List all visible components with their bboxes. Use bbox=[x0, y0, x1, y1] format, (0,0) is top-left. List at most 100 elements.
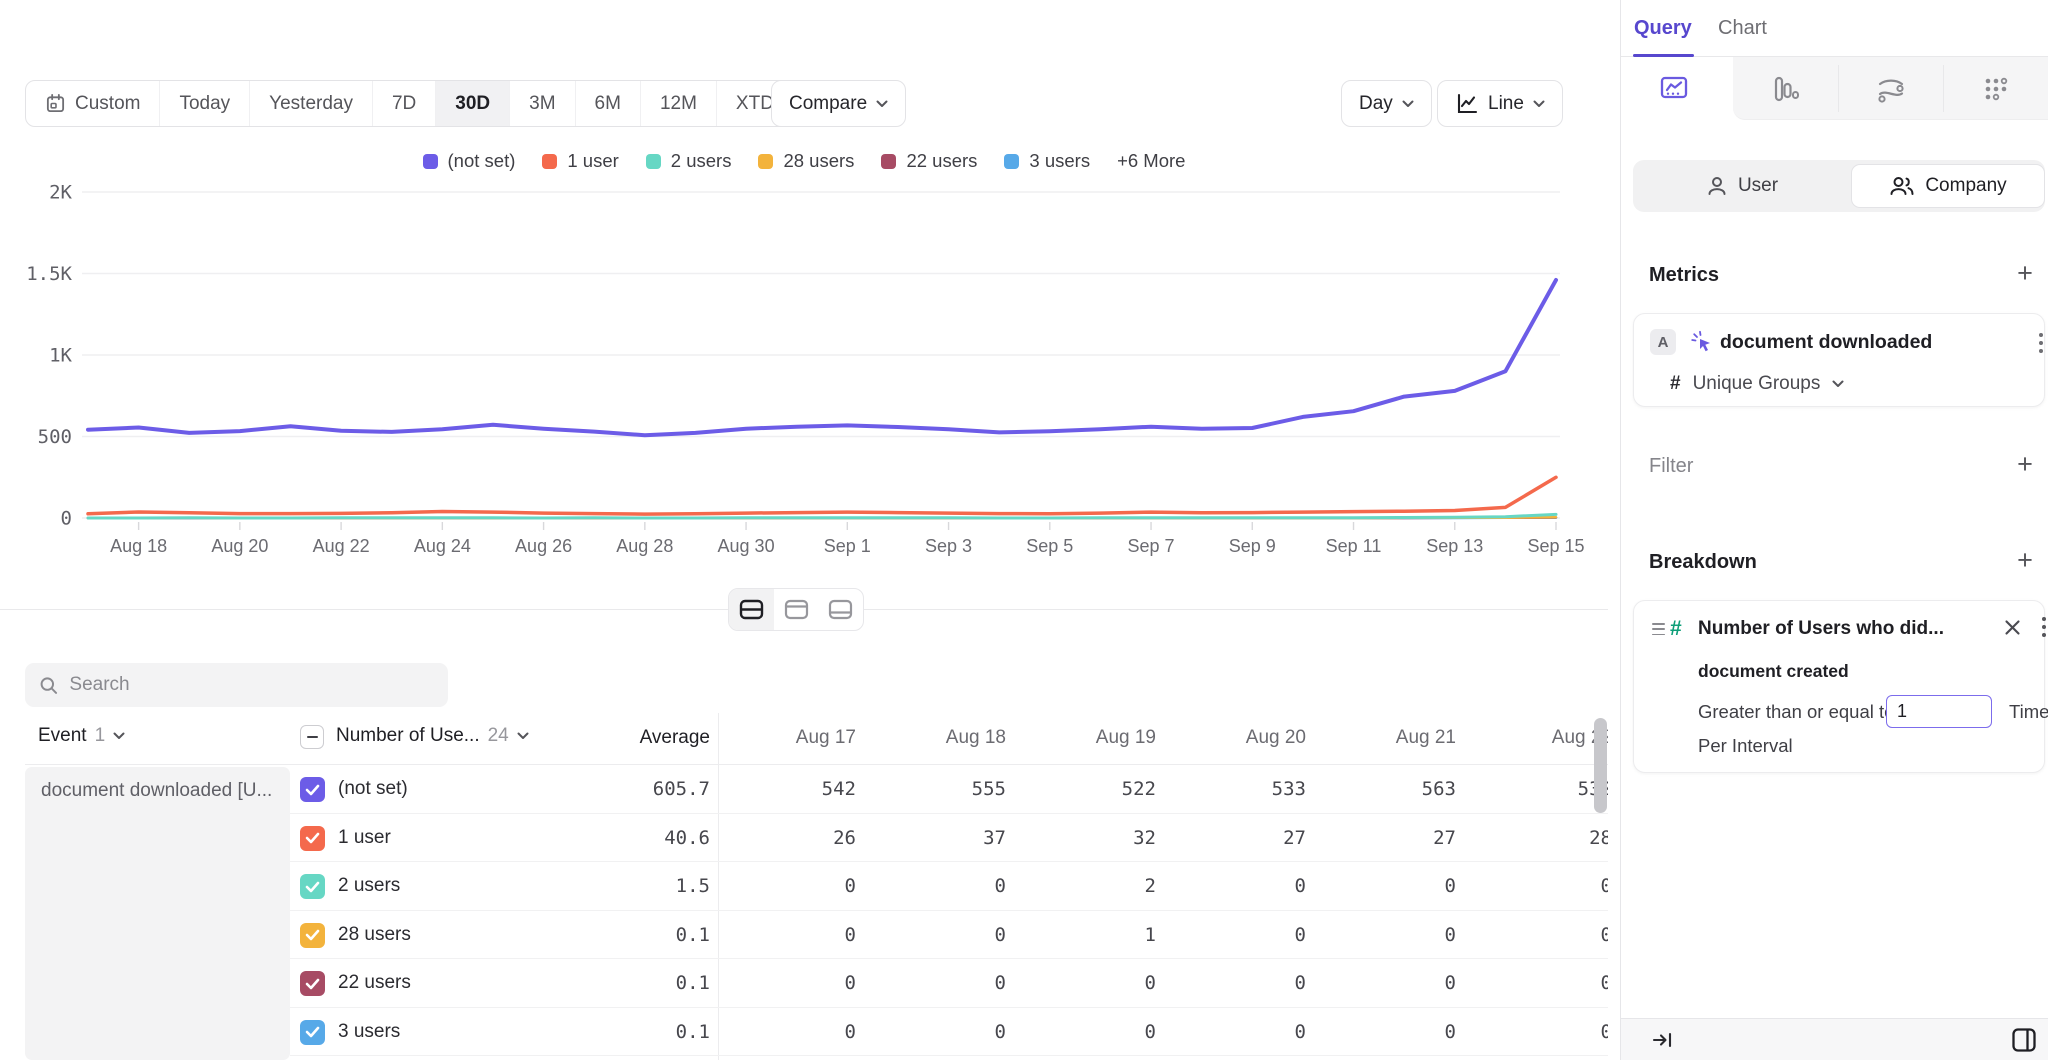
x-axis-tick-label: Sep 7 bbox=[1128, 536, 1175, 556]
table-scrollbar[interactable] bbox=[1594, 718, 1607, 813]
metrics-heading: Metrics bbox=[1649, 264, 1719, 287]
event-click-icon bbox=[1690, 330, 1714, 354]
range-custom-button[interactable]: Custom bbox=[26, 81, 159, 126]
search-input[interactable] bbox=[69, 674, 434, 696]
event-name: document downloaded [U... bbox=[41, 780, 272, 801]
event-column-header[interactable]: Event 1 bbox=[38, 725, 125, 747]
x-axis-tick-label: Aug 28 bbox=[616, 536, 673, 556]
scope-user-option[interactable]: User bbox=[1633, 160, 1851, 212]
row-label: (not set) bbox=[338, 778, 408, 800]
chart-only-view-button[interactable] bbox=[774, 589, 819, 630]
y-axis-tick-label: 0 bbox=[61, 508, 72, 530]
date-column-header: Aug 19 bbox=[1018, 727, 1168, 749]
event-count: 1 bbox=[95, 725, 106, 747]
row-checkbox[interactable] bbox=[300, 874, 325, 899]
kebab-menu-icon[interactable] bbox=[2038, 332, 2044, 354]
range-6m-button[interactable]: 6M bbox=[575, 81, 640, 126]
data-matrix-tab-icon bbox=[1982, 75, 2010, 103]
table-row[interactable]: 3 users0.1000000 bbox=[290, 1008, 1608, 1057]
interval-dropdown[interactable]: Day bbox=[1341, 80, 1432, 127]
table-row[interactable]: 2 users1.5002000 bbox=[290, 862, 1608, 911]
table-row[interactable]: (not set)605.7542555522533563532 bbox=[290, 765, 1608, 814]
y-axis-tick-label: 2K bbox=[49, 182, 72, 204]
row-checkbox[interactable] bbox=[300, 777, 325, 802]
table-cell: 522 bbox=[1018, 778, 1168, 800]
table-cell: 0 bbox=[1168, 924, 1318, 946]
close-icon[interactable] bbox=[2004, 619, 2021, 636]
line-chart[interactable]: 05001K1.5K2KAug 18Aug 20Aug 22Aug 24Aug … bbox=[0, 130, 1608, 600]
table-cell: 555 bbox=[868, 778, 1018, 800]
chart-type-bar-tab[interactable] bbox=[1733, 57, 1838, 120]
metric-letter-badge: A bbox=[1650, 329, 1676, 355]
chevron-down-icon bbox=[517, 732, 529, 740]
average-column-header: Average bbox=[540, 727, 710, 749]
range-12m-button[interactable]: 12M bbox=[640, 81, 716, 126]
table-cell: 1 bbox=[1018, 924, 1168, 946]
row-average-value: 40.6 bbox=[540, 827, 710, 849]
range-30d-button[interactable]: 30D bbox=[435, 81, 509, 126]
row-checkbox[interactable] bbox=[300, 923, 325, 948]
table-row[interactable]: 28 users0.1001000 bbox=[290, 911, 1608, 960]
aggregation-dropdown[interactable]: # Unique Groups bbox=[1670, 373, 1844, 395]
x-axis-tick-label: Sep 5 bbox=[1026, 536, 1073, 556]
layout-toggle bbox=[728, 588, 864, 631]
select-all-checkbox[interactable] bbox=[300, 725, 324, 749]
line-chart-icon bbox=[1455, 92, 1479, 116]
table-cell: 27 bbox=[1318, 827, 1468, 849]
range-yesterday-button[interactable]: Yesterday bbox=[249, 81, 372, 126]
chevron-down-icon bbox=[1533, 100, 1545, 108]
split-view-icon bbox=[739, 599, 764, 620]
chart-type-matrix-tab[interactable] bbox=[1943, 57, 2048, 120]
row-checkbox[interactable] bbox=[300, 826, 325, 851]
row-average-value: 0.1 bbox=[540, 924, 710, 946]
table-only-view-button[interactable] bbox=[818, 589, 863, 630]
chevron-down-icon bbox=[113, 732, 125, 740]
scope-company-option[interactable]: Company bbox=[1851, 164, 2045, 208]
minus-icon bbox=[307, 736, 318, 738]
main-panel: Custom Today Yesterday 7D 30D 3M 6M 12M … bbox=[0, 0, 1608, 1060]
breakdown-column-header[interactable]: Number of Use... 24 bbox=[336, 725, 529, 747]
breakdown-card[interactable]: # Number of Users who did... document cr… bbox=[1633, 600, 2045, 773]
x-axis-tick-label: Sep 11 bbox=[1326, 536, 1382, 556]
sidebar-footer bbox=[1621, 1018, 2048, 1060]
row-label: 3 users bbox=[338, 1021, 400, 1043]
chart-type-line-tab[interactable] bbox=[1621, 57, 1726, 120]
x-axis-tick-label: Sep 15 bbox=[1527, 536, 1584, 556]
chart-type-flow-tab[interactable] bbox=[1838, 57, 1943, 120]
table-header-row: Event 1 Number of Use... 24 Average Aug … bbox=[0, 713, 1608, 765]
event-cell[interactable]: document downloaded [U... bbox=[25, 767, 290, 1060]
add-metric-button[interactable]: + bbox=[2013, 258, 2037, 289]
y-axis-tick-label: 1K bbox=[49, 345, 72, 367]
collapse-panel-icon[interactable] bbox=[1652, 1029, 1674, 1051]
tab-query[interactable]: Query bbox=[1634, 17, 1692, 40]
drag-handle-icon[interactable] bbox=[1652, 623, 1665, 635]
table-cell: 0 bbox=[1468, 972, 1608, 994]
compare-button[interactable]: Compare bbox=[771, 80, 906, 127]
chart-style-dropdown[interactable]: Line bbox=[1437, 80, 1563, 127]
chevron-down-icon bbox=[1832, 380, 1844, 388]
analytics-app: Custom Today Yesterday 7D 30D 3M 6M 12M … bbox=[0, 0, 2048, 1060]
table-row[interactable]: 22 users0.1000000 bbox=[290, 959, 1608, 1008]
table-cell: 0 bbox=[1318, 1021, 1468, 1043]
split-view-button[interactable] bbox=[729, 589, 774, 630]
tab-chart[interactable]: Chart bbox=[1718, 17, 1767, 40]
row-checkbox[interactable] bbox=[300, 1020, 325, 1045]
table-cell: 37 bbox=[868, 827, 1018, 849]
company-users-icon bbox=[1889, 175, 1915, 197]
chevron-down-icon bbox=[876, 100, 888, 108]
kebab-menu-icon[interactable] bbox=[2041, 616, 2047, 638]
table-row[interactable]: 1 user40.6263732272728 bbox=[290, 814, 1608, 863]
range-7d-button[interactable]: 7D bbox=[372, 81, 435, 126]
metric-event-name: document downloaded bbox=[1720, 331, 1932, 354]
add-breakdown-button[interactable]: + bbox=[2013, 545, 2037, 576]
panel-layout-icon[interactable] bbox=[2011, 1027, 2037, 1053]
table-cell: 0 bbox=[718, 972, 868, 994]
row-checkbox[interactable] bbox=[300, 971, 325, 996]
metric-card[interactable]: A document downloaded # Unique Groups bbox=[1633, 313, 2045, 407]
series-line bbox=[88, 280, 1556, 435]
add-filter-button[interactable]: + bbox=[2013, 449, 2037, 480]
date-range-group: Custom Today Yesterday 7D 30D 3M 6M 12M … bbox=[25, 80, 815, 127]
range-today-button[interactable]: Today bbox=[159, 81, 249, 126]
range-3m-button[interactable]: 3M bbox=[509, 81, 574, 126]
times-input[interactable] bbox=[1886, 695, 1992, 728]
